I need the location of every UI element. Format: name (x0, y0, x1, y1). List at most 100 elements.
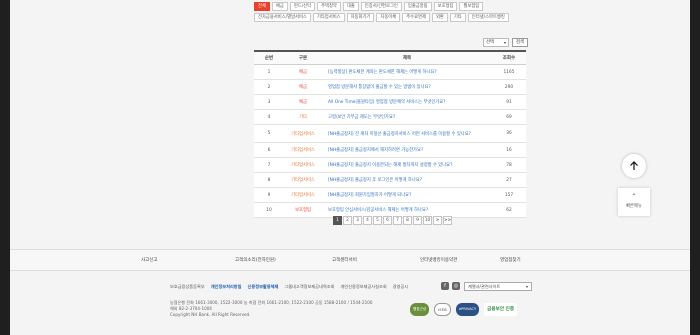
page-button[interactable]: 9 (413, 216, 422, 225)
footer-link-branch[interactable]: 영업점찾기 (500, 257, 521, 263)
category-tab[interactable]: 펀드/신탁 (289, 2, 316, 11)
page-button[interactable]: 2 (343, 216, 352, 225)
row-category: 예금 (299, 70, 307, 75)
footer-policy-links: 보호금융상품등록부 개인정보처리방침 신용정보활용체제 그룹내고객정보제공내역조회 개인… (170, 284, 408, 290)
category-tab[interactable]: 보호형팁 (433, 2, 458, 11)
row-no: 1 (267, 69, 271, 75)
chevron-down-icon: ▾ (525, 284, 528, 289)
row-views: 290 (504, 84, 514, 90)
category-tab[interactable]: 월보험팁 (459, 2, 484, 11)
table-header: 순번 구분 제목 조회수 (254, 52, 526, 65)
category-tab[interactable]: 주수료면제 (402, 13, 430, 22)
table-row[interactable]: 2 예금 영업점 방문해서 통장없이 출금할 수 있는 방법이 있나요? 290 (254, 80, 526, 95)
row-views: 27 (506, 177, 512, 183)
footer-link-terms[interactable]: 인터넷뱅킹이용약관 (420, 257, 457, 263)
category-tab[interactable]: 인증서/간편로그인 (360, 2, 402, 11)
row-title[interactable]: [NH출금정지] 출금정지 이용한되는 해제 절차까지 설정할 수 있나요? (322, 158, 492, 172)
right-frame (690, 0, 700, 335)
search-button[interactable]: 검색 (512, 38, 528, 47)
table-row[interactable]: 8 기타업서비스 [NH출금정지] 출금정지 후 로그인은 어떻게 하나요? 27 (254, 173, 526, 188)
row-views: 1165 (503, 69, 515, 75)
row-title[interactable]: 보호형팁 안심서비스/감공서비스 해제는 어떻게 하나요? (322, 203, 492, 217)
footer-policy-link[interactable]: 개인신용정보제공사실조회 (340, 284, 386, 290)
category-tab[interactable]: 인터넷/스마트뱅킹 (467, 13, 509, 22)
row-no: 9 (267, 192, 271, 198)
row-no: 3 (267, 99, 271, 105)
table-row[interactable]: 7 기타업서비스 [NH출금정지] 출금정지 이용한되는 해제 절차까지 설정할 수… (254, 158, 526, 173)
table-row[interactable]: 3 예금 All One Time(올원타임) 영업점 방문예약 서비스는 무엇인가… (254, 95, 526, 110)
row-no: 6 (267, 147, 271, 153)
facebook-icon[interactable]: f (441, 282, 449, 290)
row-category: 예금 (299, 100, 307, 105)
table-row[interactable]: 6 기타업서비스 [NH출금정지] 출금정지에서 해지하려면 가능한가요? 16 (254, 143, 526, 158)
header-no: 순번 (264, 56, 274, 61)
category-tab[interactable]: 외환 (431, 13, 448, 22)
page-button[interactable]: 7 (393, 216, 402, 225)
row-no: 4 (267, 114, 271, 120)
search-select[interactable]: 선택 ▾ (483, 38, 509, 47)
page-button[interactable]: 4 (363, 216, 372, 225)
category-tab[interactable]: 대출 (342, 2, 359, 11)
footer-link-accident[interactable]: 사고신고 (141, 257, 158, 263)
category-tab[interactable]: 기타업서비스 (312, 13, 345, 22)
next-page-button[interactable]: > (433, 216, 442, 225)
category-tabs: 전체 예금 펀드/신탁 주택청약 대출 인증서/간편로그인 입출금알림 보호형팁 월보험팁전자금… (254, 2, 529, 22)
scroll-top-button[interactable] (622, 154, 646, 178)
web-accessibility-badge: 웹접근성 (410, 303, 430, 316)
category-tab[interactable]: 주택청약 (317, 2, 341, 11)
page-button[interactable]: 3 (353, 216, 362, 225)
instagram-icon[interactable]: ◎ (452, 282, 460, 290)
row-views: 69 (506, 114, 512, 120)
row-no: 2 (267, 84, 271, 90)
page-button[interactable]: 6 (383, 216, 392, 225)
quick-menu-label: 빠른메뉴 (626, 204, 642, 209)
row-views: 157 (504, 192, 514, 198)
row-title[interactable]: [NH출금정지] 회원가입절차가 어떻게 되나요? (322, 188, 492, 202)
row-title[interactable]: [NH출금정지] 전 계좌 미정산 출금정지서비스 어떤 서비스를 이용할 수 … (322, 125, 492, 142)
category-tab[interactable]: 자동화기기 (346, 13, 375, 22)
row-title[interactable]: 영업점 방문해서 통장없이 출금할 수 있는 방법이 있나요? (322, 80, 492, 94)
row-title[interactable]: All One Time(올원타임) 영업점 방문예약 서비스는 무엇인가요? (322, 95, 492, 109)
row-views: 62 (506, 207, 512, 213)
footer-copyright: Copyright NH Bank. All Right Reserved. (170, 312, 251, 317)
category-tab[interactable]: 전자금융서비스/별방서비스 (254, 13, 311, 22)
table-row[interactable]: 4 기타 고령/보안 기부금 제도는 무엇인가요? 69 (254, 110, 526, 125)
pagination: 1 2 3 4 5 6 7 8 9 10 > >> (333, 216, 452, 225)
table-row[interactable]: 5 기타업서비스 [NH출금정지] 전 계좌 미정산 출금정지서비스 어떤 서비스를… (254, 125, 526, 143)
category-tab[interactable]: 예금 (271, 2, 288, 11)
row-title[interactable]: [능력향상] 판도채한 계좌는 판도채한 해제는 어떻게 하나요? (322, 65, 492, 79)
footer-link-center[interactable]: 고객센터서비 (332, 257, 357, 263)
row-no: 7 (267, 162, 271, 168)
search-bar: 선택 ▾ 검색 (483, 38, 528, 47)
eprivacy-badge: ePRIVACY (455, 303, 480, 316)
page-button[interactable]: 1 (333, 216, 342, 225)
category-tab[interactable]: 기타 (449, 13, 466, 22)
footer-policy-link[interactable]: 보호금융상품등록부 (170, 284, 205, 290)
page-button[interactable]: 5 (373, 216, 382, 225)
row-category: 기타업서비스 (291, 193, 315, 198)
row-views: 36 (506, 131, 512, 136)
family-site-label: 계열사/관련사이트 (468, 284, 501, 289)
page-button[interactable]: 10 (423, 216, 432, 225)
category-tab[interactable]: 입출금알림 (403, 2, 432, 11)
header-category: 구분 (298, 56, 308, 61)
row-title[interactable]: [NH출금정지] 출금정지 후 로그인은 어떻게 하나요? (322, 173, 492, 187)
category-tab[interactable]: 자동이체 (376, 13, 401, 22)
table-row[interactable]: 9 기타업서비스 [NH출금정지] 회원가입절차가 어떻게 되나요? 157 (254, 188, 526, 203)
search-select-value: 선택 (486, 40, 494, 45)
row-views: 16 (506, 147, 512, 153)
row-title[interactable]: [NH출금정지] 출금정지에서 해지하려면 가능한가요? (322, 143, 492, 157)
footer-policy-link[interactable]: 경영공시 (393, 284, 408, 290)
page-button[interactable]: 8 (403, 216, 412, 225)
table-row[interactable]: 1 예금 [능력향상] 판도채한 계좌는 판도채한 해제는 어떻게 하나요? 1165 (254, 65, 526, 80)
category-tab[interactable]: 전체 (254, 2, 270, 11)
row-title[interactable]: 고령/보안 기부금 제도는 무엇인가요? (322, 110, 492, 124)
footer-policy-link[interactable]: 신용정보활용체제 (248, 284, 279, 290)
footer-policy-link[interactable]: 그룹내고객정보제공내역조회 (284, 284, 334, 290)
footer-link-voice[interactable]: 고객의소리(전자민원) (235, 257, 276, 263)
footer-policy-link[interactable]: 개인정보처리방침 (211, 284, 242, 290)
security-cert-badge: 금융보안 인증 (484, 303, 518, 316)
family-site-select[interactable]: 계열사/관련사이트 ▾ (464, 282, 532, 291)
quick-menu-button[interactable]: ⌃ 빠른메뉴 (618, 188, 650, 216)
last-page-button[interactable]: >> (443, 216, 452, 225)
